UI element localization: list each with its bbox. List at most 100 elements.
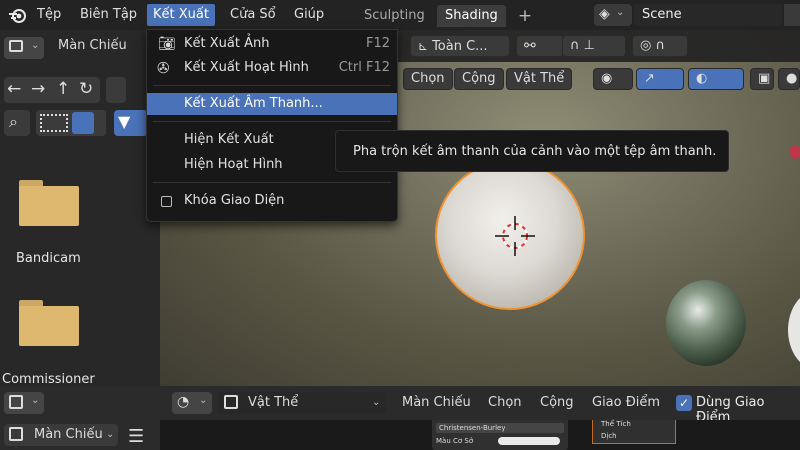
white-sphere-object[interactable] <box>788 290 800 370</box>
tab-shading[interactable]: Shading <box>437 5 506 27</box>
menu-edit[interactable]: Biên Tập <box>74 4 143 26</box>
overlays-toggle[interactable]: ◐ <box>688 68 744 90</box>
node-menu[interactable]: Giao Điểm <box>592 395 660 410</box>
scene-icon: ◈ <box>599 6 610 22</box>
grid-view-icon <box>72 112 94 134</box>
new-folder-button[interactable] <box>106 77 126 103</box>
snapping-toggle[interactable]: ∩ ⊥ <box>562 35 626 57</box>
display-mode-button[interactable] <box>36 110 106 136</box>
scene-selector-button[interactable]: ◈ ⌄ <box>594 4 632 26</box>
refresh-icon[interactable]: ↻ <box>79 79 93 99</box>
chevron-down-icon: ⌄ <box>106 429 115 440</box>
menu-file[interactable]: Tệp <box>31 4 67 26</box>
xray-toggle[interactable]: ▣ <box>750 68 774 90</box>
search-icon: ⌕ <box>9 112 18 131</box>
back-arrow-icon[interactable]: ← <box>7 79 21 99</box>
displacement-socket-label: Dịch <box>601 432 617 440</box>
add-menu[interactable]: Cộng <box>454 68 504 90</box>
shading-solid-toggle[interactable]: ● <box>778 68 800 90</box>
menu-separator <box>153 121 391 122</box>
subsurface-method-dropdown[interactable]: Christensen-Burley <box>436 423 564 433</box>
shader-editor-icon: ◔ <box>177 394 190 410</box>
add-workspace-button[interactable]: + <box>514 5 536 27</box>
shader-type-dropdown[interactable]: Vật Thể ⌄ <box>218 392 386 414</box>
blender-logo-icon[interactable] <box>8 6 28 24</box>
menu-separator <box>153 85 391 86</box>
menu-separator <box>153 182 391 183</box>
chevron-down-icon: ⌄ <box>372 397 381 408</box>
folder-label[interactable]: Bandicam <box>16 251 81 266</box>
chevron-down-icon: ⌄ <box>31 395 40 406</box>
xray-icon: ▣ <box>758 71 771 86</box>
lock-interface-item[interactable]: Khóa Giao Diện <box>147 190 397 212</box>
render-animation-item[interactable]: ✇ Kết Xuất Hoạt Hình Ctrl F12 <box>147 57 397 79</box>
orientation-axes-icon: ⊾ <box>418 39 429 53</box>
view-dropdown[interactable]: Màn Chiếu ⌄ <box>4 424 118 446</box>
thumbnails-icon <box>40 114 68 132</box>
object-icon <box>224 395 238 409</box>
pivot-point-dropdown[interactable]: ⚯ <box>516 35 564 57</box>
view-menu[interactable]: Màn Chiếu <box>402 395 471 410</box>
select-menu[interactable]: Chọn <box>403 68 453 90</box>
image-editor-icon <box>9 395 23 409</box>
use-nodes-checkbox[interactable]: ✓ <box>676 395 692 411</box>
parent-directory-icon[interactable]: ↑ <box>56 79 70 99</box>
navigation-buttons: ← → ↑ ↻ <box>4 77 100 103</box>
menu-window[interactable]: Cửa Sổ <box>224 4 282 26</box>
eye-icon: ◉ <box>601 71 613 86</box>
proportional-falloff-icon: ◎ ∩ <box>640 38 665 53</box>
folder-icon[interactable] <box>19 300 79 346</box>
search-button[interactable]: ⌕ <box>4 110 30 136</box>
menu-help[interactable]: Giúp <box>288 4 330 26</box>
filter-funnel-icon: ▼ <box>118 112 131 131</box>
view-menu[interactable]: Màn Chiếu <box>58 38 127 53</box>
sphere-shading-icon: ● <box>786 71 798 86</box>
pivot-icon: ⚯ <box>524 38 536 54</box>
file-browser-panel: ⌄ Màn Chiếu ← → ↑ ↻ ⌕ ▼ Bandicam Commiss… <box>0 30 160 387</box>
scene-name-field[interactable]: Scene <box>634 4 782 26</box>
folder-icon <box>9 40 23 52</box>
lock-interface-checkbox[interactable] <box>161 196 172 207</box>
magnet-icon: ∩ ⊥ <box>570 38 595 53</box>
visibility-dropdown[interactable]: ◉ <box>593 68 633 90</box>
add-menu[interactable]: Cộng <box>540 395 574 410</box>
base-color-label: Màu Cơ Sở <box>436 437 474 445</box>
select-menu[interactable]: Chọn <box>488 395 522 410</box>
chevron-down-icon: ⌄ <box>31 40 40 51</box>
node-editor-header: ◔ ⌄ Vật Thể ⌄ Màn Chiếu Chọn Cộng Giao Đ… <box>160 386 800 425</box>
menu-render[interactable]: Kết Xuất <box>147 4 215 26</box>
proportional-editing-toggle[interactable]: ◎ ∩ <box>632 35 688 57</box>
view-mode-icon <box>9 427 23 441</box>
light-object[interactable] <box>790 145 800 159</box>
render-audio-item[interactable]: Kết Xuất Âm Thanh... <box>147 93 397 115</box>
chevron-down-icon: ⌄ <box>199 395 208 406</box>
top-bar: Tệp Biên Tập Kết Xuất Cửa Sổ Giúp Sculpt… <box>0 0 800 30</box>
filter-button[interactable]: ▼ <box>114 110 148 136</box>
object-menu[interactable]: Vật Thể <box>506 68 573 90</box>
editor-type-button[interactable]: ⌄ <box>4 392 44 414</box>
gizmo-icon: ↗ <box>644 71 655 86</box>
transform-orientation-dropdown[interactable]: ⊾ Toàn C... <box>410 35 510 57</box>
render-menu-dropdown: 📷︎ Kết Xuất Ảnh F12 ✇ Kết Xuất Hoạt Hình… <box>146 29 398 222</box>
overlays-icon: ◐ <box>696 71 708 86</box>
film-reel-icon: ✇ <box>157 59 170 77</box>
principled-bsdf-node[interactable]: Christensen-Burley Màu Cơ Sở <box>432 420 568 450</box>
tab-sculpting[interactable]: Sculpting <box>356 5 433 27</box>
forward-arrow-icon[interactable]: → <box>31 79 45 99</box>
render-image-item[interactable]: 📷︎ Kết Xuất Ảnh F12 <box>147 33 397 55</box>
3d-cursor-icon[interactable] <box>495 216 535 256</box>
gizmo-toggle[interactable]: ↗ <box>636 68 684 90</box>
render-audio-tooltip: Pha trộn kết âm thanh của cảnh vào một t… <box>335 130 729 172</box>
editor-type-button[interactable]: ◔ ⌄ <box>172 392 212 414</box>
chevron-down-icon: ⌄ <box>616 7 625 18</box>
scene-copy-button[interactable] <box>784 4 800 26</box>
hamburger-menu-icon[interactable]: ☰ <box>128 426 144 447</box>
editor-type-button[interactable]: ⌄ <box>4 37 44 59</box>
base-color-swatch[interactable] <box>498 437 560 445</box>
node-editor-canvas[interactable]: Christensen-Burley Màu Cơ Sở Thể Tích Dị… <box>160 420 800 450</box>
bottom-left-header: ⌄ Màn Chiếu ⌄ ☰ <box>0 386 160 450</box>
folder-icon[interactable] <box>19 180 79 226</box>
folder-label[interactable]: Commissioner <box>2 372 95 387</box>
material-output-node[interactable]: Thể Tích Dịch <box>592 420 676 444</box>
chrome-sphere-object[interactable] <box>666 280 746 366</box>
